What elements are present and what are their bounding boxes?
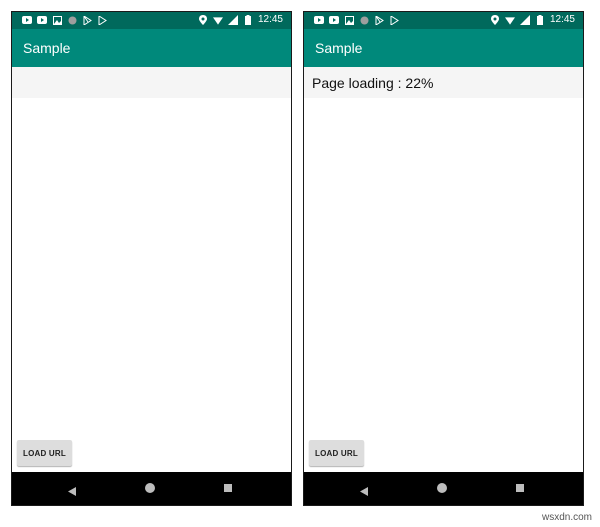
signal-icon [227,15,238,25]
home-icon[interactable] [145,483,155,493]
app-title: Sample [23,40,71,56]
app-bar: Sample [304,29,583,67]
back-icon[interactable] [68,483,76,501]
play-store-icon [374,15,384,25]
home-icon[interactable] [437,483,447,493]
phone-screen-loading: 12:45 Sample Page loading : 22% LOAD URL [303,11,584,506]
load-url-button[interactable]: LOAD URL [309,440,364,466]
status-bar: 12:45 [304,12,583,29]
load-url-button[interactable]: LOAD URL [17,440,72,466]
battery-icon [243,15,253,25]
image-icon [52,15,62,25]
navigation-bar [12,472,291,505]
recents-icon[interactable] [516,484,524,492]
youtube-icon [329,15,339,25]
location-icon [490,15,500,25]
circle-icon [67,15,77,25]
back-icon[interactable] [360,483,368,501]
navigation-bar [304,472,583,505]
circle-icon [359,15,369,25]
app-title: Sample [315,40,363,56]
status-time: 12:45 [549,14,575,25]
youtube-icon [37,15,47,25]
webview-content: Page loading : 22% [304,67,583,98]
play-store-icon [82,15,92,25]
status-bar: 12:45 [12,12,291,29]
youtube-icon [314,15,324,25]
watermark: wsxdn.com [541,512,592,523]
battery-icon [535,15,545,25]
image-icon [344,15,354,25]
play-icon [389,15,399,25]
wifi-icon [504,15,515,25]
recents-icon[interactable] [224,484,232,492]
wifi-icon [212,15,223,25]
location-icon [198,15,208,25]
play-icon [97,15,107,25]
phone-screen-initial: 12:45 Sample LOAD URL [11,11,292,506]
webview-content [12,67,291,98]
app-bar: Sample [12,29,291,67]
youtube-icon [22,15,32,25]
loading-text: Page loading : 22% [312,75,434,91]
status-time: 12:45 [257,14,283,25]
signal-icon [519,15,530,25]
